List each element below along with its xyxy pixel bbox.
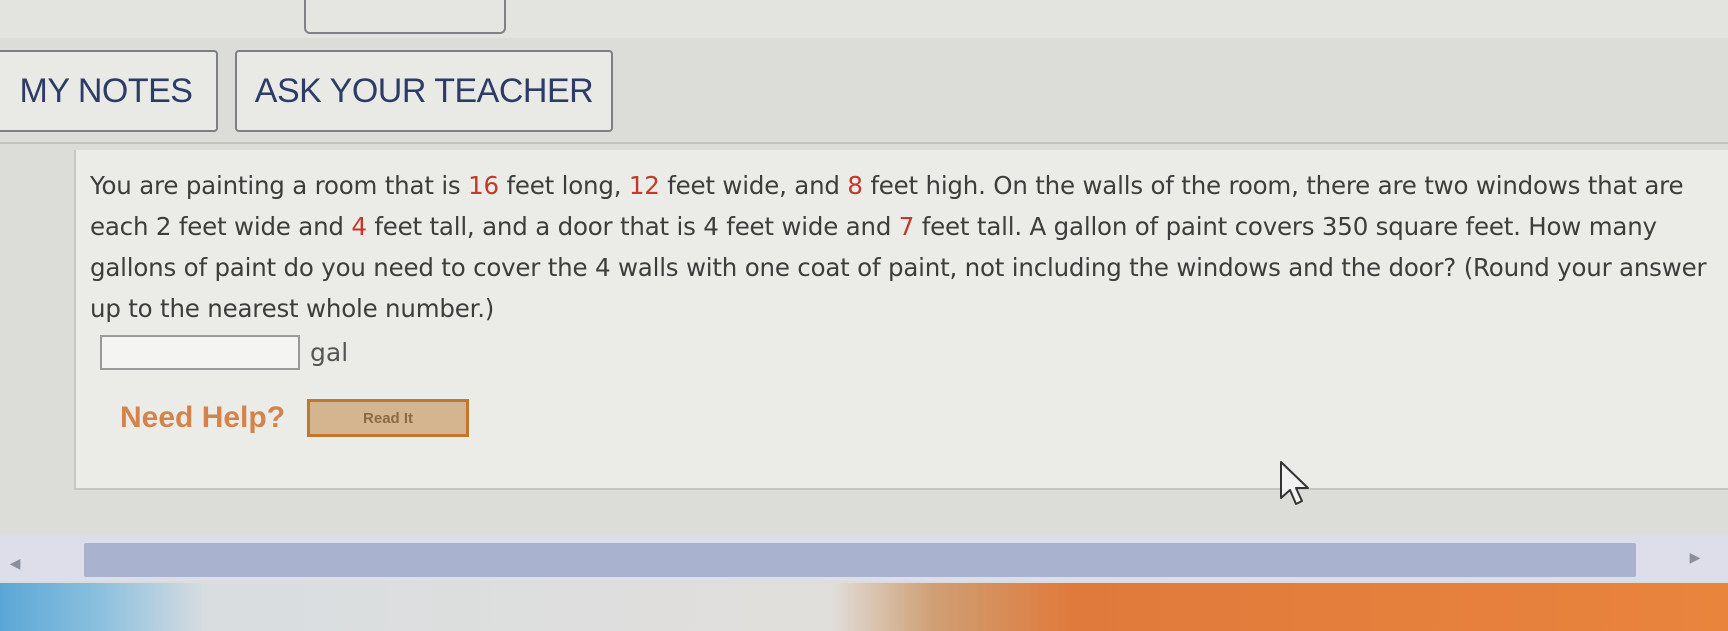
mouse-pointer-icon [1280,461,1309,505]
unit-label: gal [310,338,349,367]
question-text-part: feet tall, and a door that is 4 feet wid… [366,212,899,241]
question-text-part: You are painting a room that is [90,171,469,200]
scroll-right-arrow-icon[interactable]: ▶ [1682,545,1708,571]
ask-your-teacher-button[interactable]: ASK YOUR TEACHER [235,50,613,132]
highlighted-number: 4 [351,212,367,241]
highlighted-number: 16 [468,171,499,200]
question-text-part: feet long, [498,171,629,200]
answer-row: gal [100,335,348,370]
question-text-part: feet wide, and [659,171,848,200]
divider [0,142,1728,144]
answer-input[interactable] [100,335,300,370]
question-text: You are painting a room that is 16 feet … [90,165,1728,329]
my-notes-button[interactable]: MY NOTES [0,50,218,132]
need-help-label: Need Help? [120,401,286,434]
highlighted-number: 8 [847,171,863,200]
scrollbar-thumb[interactable] [84,543,1636,577]
taskbar-edge [0,583,1728,631]
top-strip [0,0,1728,38]
read-it-button[interactable]: Read It [307,399,470,437]
previous-button-edge[interactable] [304,0,506,34]
highlighted-number: 12 [628,171,660,200]
scroll-left-arrow-icon[interactable]: ◀ [2,551,28,577]
highlighted-number: 7 [898,212,915,241]
help-row: Need Help? Read It [120,399,470,437]
